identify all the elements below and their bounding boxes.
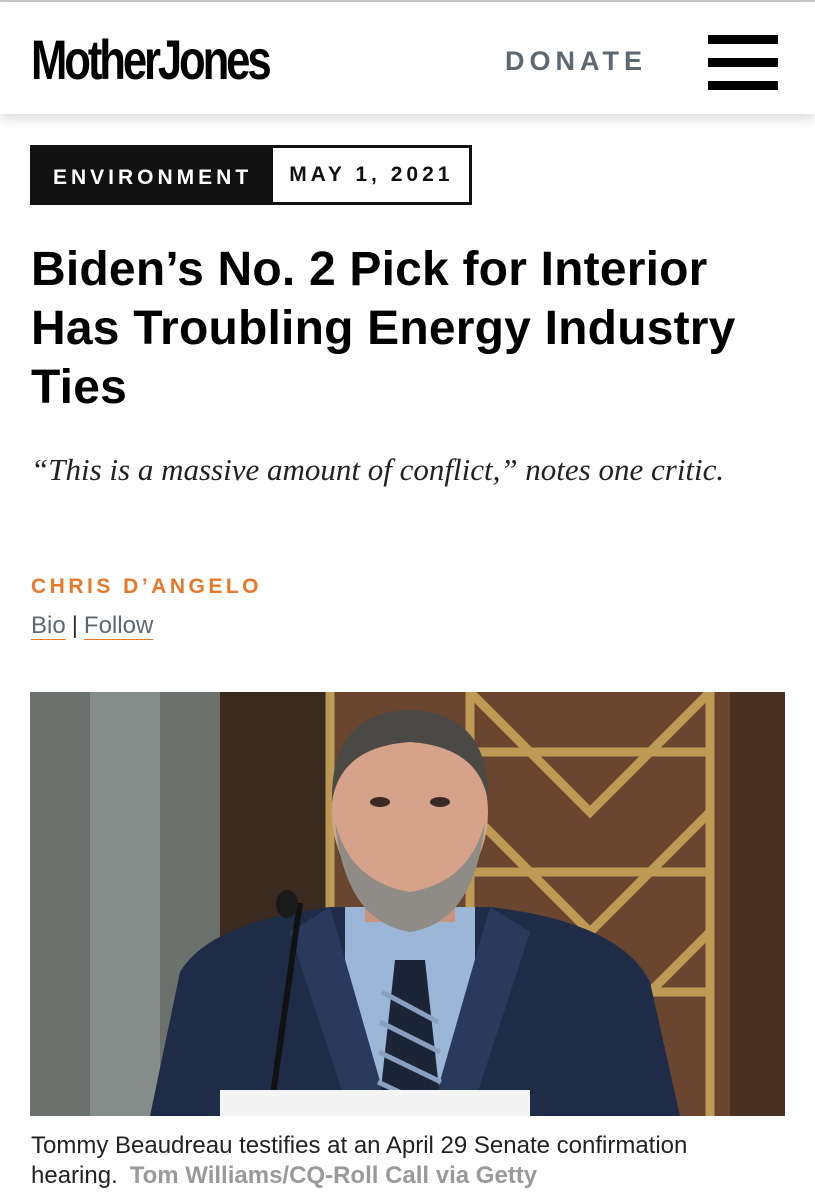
link-separator: | (71, 612, 78, 639)
author-name[interactable]: CHRIS D’ANGELO (31, 575, 262, 599)
photo-credit: Tom Williams/CQ-Roll Call via Getty (129, 1162, 538, 1189)
bio-link[interactable]: Bio (31, 612, 66, 640)
hamburger-icon[interactable] (708, 35, 778, 91)
article-headline: Biden’s No. 2 Pick for Interior Has Trou… (31, 243, 736, 414)
article-dek: “This is a massive amount of conflict,” … (31, 452, 725, 487)
photo-illustration (30, 692, 785, 1116)
donate-button[interactable]: DONATE (505, 46, 647, 77)
menu-bar (708, 58, 778, 67)
article-photo (30, 692, 785, 1116)
site-logo[interactable]: MotherJones (31, 30, 272, 90)
category-tag[interactable]: ENVIRONMENT (30, 145, 274, 205)
photo-caption: Tommy Beaudreau testifies at an April 29… (31, 1131, 791, 1191)
site-header: MotherJones DONATE (0, 2, 815, 114)
follow-link[interactable]: Follow (83, 612, 154, 640)
article-tags: ENVIRONMENT MAY 1, 2021 (30, 145, 473, 205)
author-links: Bio | Follow (31, 612, 154, 640)
menu-bar (708, 35, 778, 44)
publish-date: MAY 1, 2021 (273, 145, 473, 205)
menu-bar (708, 81, 778, 90)
